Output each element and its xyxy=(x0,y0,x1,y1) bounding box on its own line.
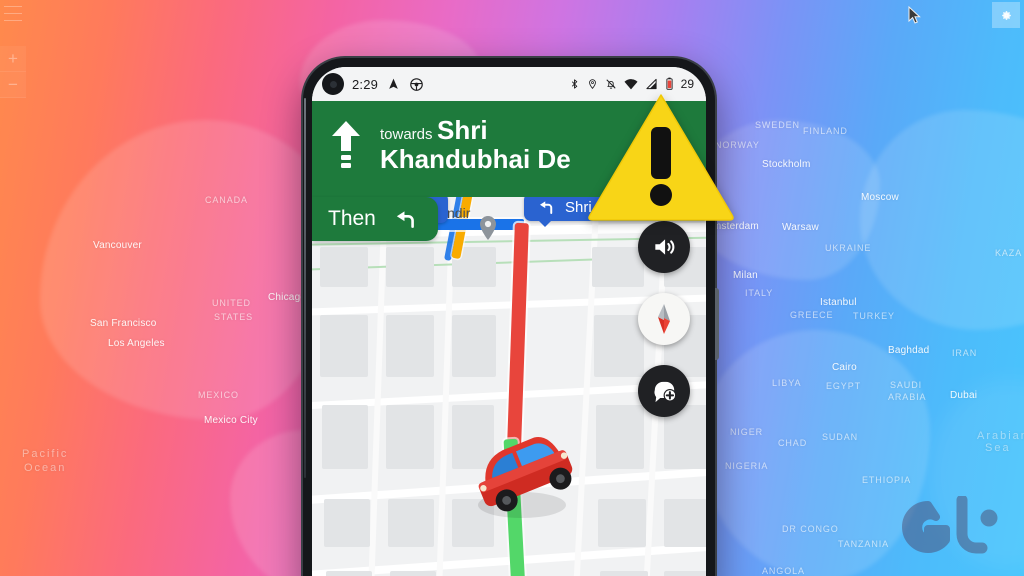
map-label: IRAN xyxy=(952,348,978,358)
turn-left-icon xyxy=(396,211,414,228)
navigation-text: towards Shri Khandubhai De xyxy=(380,115,571,174)
landmass-asia xyxy=(860,110,1024,330)
building-block xyxy=(320,247,368,287)
map-label: GREECE xyxy=(790,310,834,320)
compass-button[interactable] xyxy=(638,293,690,345)
navigation-street-line-1: Shri xyxy=(436,115,488,145)
then-maneuver-chip[interactable]: Then xyxy=(312,197,438,241)
building-block xyxy=(592,247,644,287)
steering-wheel-icon xyxy=(410,77,423,91)
phone-side-button[interactable] xyxy=(715,288,719,360)
straight-arrow-icon xyxy=(332,121,360,168)
building-block xyxy=(320,315,368,377)
building-block xyxy=(664,571,706,576)
speaker-on-icon xyxy=(655,239,675,255)
building-block xyxy=(390,571,436,576)
building-block xyxy=(598,499,646,547)
building-block xyxy=(386,315,434,377)
building-block xyxy=(386,247,434,287)
map-zoom-controls[interactable]: + − xyxy=(0,3,26,98)
warning-triangle-icon xyxy=(588,94,734,221)
scale-line-1 xyxy=(4,6,22,7)
then-label: Then xyxy=(328,207,376,230)
building-block xyxy=(596,405,644,469)
map-label: Ocean xyxy=(24,462,67,474)
building-block xyxy=(324,499,370,547)
scale-line-3 xyxy=(4,20,22,21)
map-label: Pacific xyxy=(22,448,69,460)
add-report-icon xyxy=(653,381,676,402)
compass-icon xyxy=(658,304,670,334)
building-block xyxy=(326,571,372,576)
building-block xyxy=(386,405,434,469)
status-clock: 2:29 xyxy=(352,76,379,92)
car-3d-icon xyxy=(478,437,573,518)
navigation-street-line-2: Khandubhai De xyxy=(380,144,571,175)
gear-icon xyxy=(1001,10,1011,20)
map-label: TURKEY xyxy=(853,311,895,321)
building-block xyxy=(600,571,648,576)
map-pin-icon[interactable] xyxy=(478,215,498,241)
map-label: Istanbul xyxy=(820,297,857,308)
building-block xyxy=(452,315,496,377)
building-block xyxy=(322,405,368,469)
map-label: Baghdad xyxy=(888,345,930,356)
zoom-button-group[interactable]: + − xyxy=(0,46,26,98)
volume-button[interactable] xyxy=(638,221,690,273)
zoom-out-button[interactable]: − xyxy=(0,72,26,98)
add-report-button[interactable] xyxy=(638,365,690,417)
building-block xyxy=(664,499,706,547)
brand-watermark-gt xyxy=(902,496,998,554)
front-camera-punch-hole xyxy=(322,73,344,95)
mouse-pointer-icon xyxy=(908,6,921,24)
turn-left-icon xyxy=(540,201,553,214)
status-left-icons xyxy=(387,77,424,92)
scale-line-2 xyxy=(4,13,22,14)
landmass-north-america xyxy=(40,120,340,420)
navigation-towards-label: towards xyxy=(380,126,433,143)
navigation-arrow-icon xyxy=(389,78,398,89)
bluetooth-icon xyxy=(571,79,577,89)
map-label: ITALY xyxy=(745,288,774,298)
zoom-in-button[interactable]: + xyxy=(0,46,26,72)
building-block xyxy=(594,315,644,377)
route-upcoming-red xyxy=(507,222,529,446)
building-block xyxy=(388,499,434,547)
settings-button[interactable] xyxy=(992,2,1020,28)
